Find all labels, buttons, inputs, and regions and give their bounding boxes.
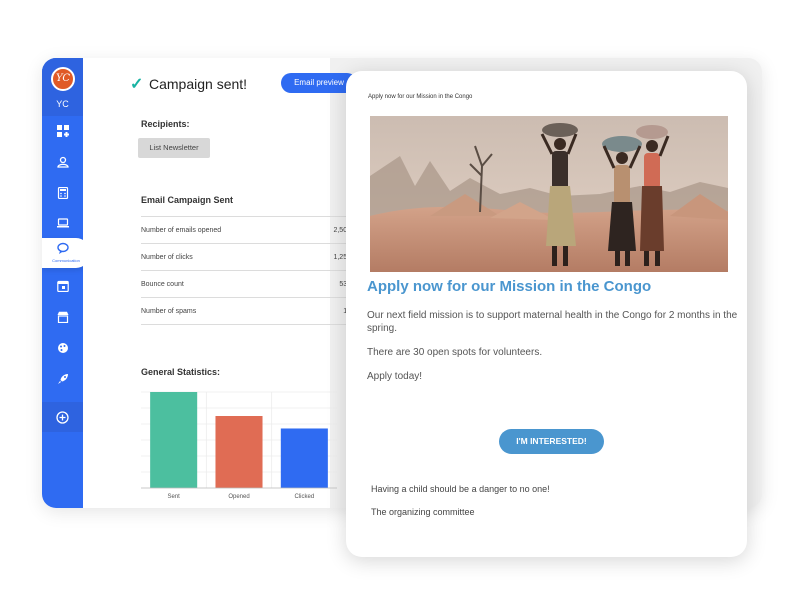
table-row: Number of spams 13 <box>141 297 351 325</box>
row-label: Number of emails opened <box>141 226 222 234</box>
sidebar-item-laptop[interactable] <box>42 208 83 238</box>
sidebar-item-calendar[interactable] <box>42 271 83 301</box>
email-paragraph: There are 30 open spots for volunteers. <box>367 347 543 358</box>
email-paragraph: Apply today! <box>367 371 423 382</box>
email-signature: The organizing committee <box>371 507 475 517</box>
table-row: Number of emails opened 2,502 <box>141 216 351 243</box>
campaign-sent-label: Email Campaign Sent <box>141 195 234 205</box>
sidebar-item-palette[interactable] <box>42 333 83 363</box>
communication-icon <box>57 242 69 254</box>
calendar-icon <box>56 280 69 292</box>
bar-clicked <box>280 428 328 488</box>
interested-button[interactable]: I'M INTERESTED! <box>499 429 604 454</box>
page-title: Campaign sent! <box>149 76 248 92</box>
sidebar-item-dashboard[interactable] <box>42 116 83 146</box>
sidebar-add-button[interactable] <box>42 402 83 432</box>
add-icon <box>56 410 69 424</box>
general-stats-chart: Sent Opened Clicked <box>141 391 337 500</box>
user-initials: YC <box>56 99 69 109</box>
email-headline: Apply now for our Mission in the Congo <box>367 278 652 295</box>
recipient-list-chip[interactable]: List Newsletter <box>138 138 210 158</box>
sidebar-item-store[interactable] <box>42 302 83 332</box>
email-preheader: Apply now for our Mission in the Congo <box>368 94 473 100</box>
general-stats-label: General Statistics: <box>141 367 221 377</box>
checkmark-icon: ✓ <box>130 76 144 93</box>
calculator-icon <box>57 187 68 199</box>
row-label: Number of clicks <box>141 253 193 261</box>
table-row: Number of clicks 1,254 <box>141 243 351 270</box>
row-label: Number of spams <box>141 307 197 315</box>
bar-opened <box>215 416 263 488</box>
campaign-panel: ✓ Campaign sent! Email preview Recipient… <box>83 58 357 508</box>
hero-image <box>370 116 728 272</box>
row-label: Bounce count <box>141 280 184 288</box>
recipients-label: Recipients: <box>141 119 190 129</box>
avatar[interactable]: YC <box>51 67 75 91</box>
sidebar-item-rocket[interactable] <box>42 364 83 394</box>
x-tick-label: Clicked <box>294 494 314 500</box>
sidebar-header: YC YC <box>42 58 83 116</box>
sidebar-item-contacts[interactable] <box>42 147 83 177</box>
bar-sent <box>150 392 198 488</box>
laptop-icon <box>56 218 69 228</box>
x-tick-label: Opened <box>228 494 249 500</box>
table-row: Bounce count 539 <box>141 270 351 297</box>
x-tick-label: Sent <box>167 494 180 500</box>
sidebar: YC YC Communication <box>42 58 90 508</box>
campaign-stats-table: Number of emails opened 2,502 Number of … <box>141 216 351 325</box>
email-paragraph: Our next field mission is to support mat… <box>367 310 738 334</box>
email-footer-line: Having a child should be a danger to no … <box>371 484 550 494</box>
contacts-icon <box>56 156 69 168</box>
sidebar-item-calculator[interactable] <box>42 178 83 208</box>
dashboard-icon <box>56 125 69 137</box>
email-preview-card: Apply now for our Mission in the Congo A… <box>346 71 747 557</box>
palette-icon <box>57 343 68 353</box>
store-icon <box>57 311 68 323</box>
rocket-icon <box>57 374 68 384</box>
